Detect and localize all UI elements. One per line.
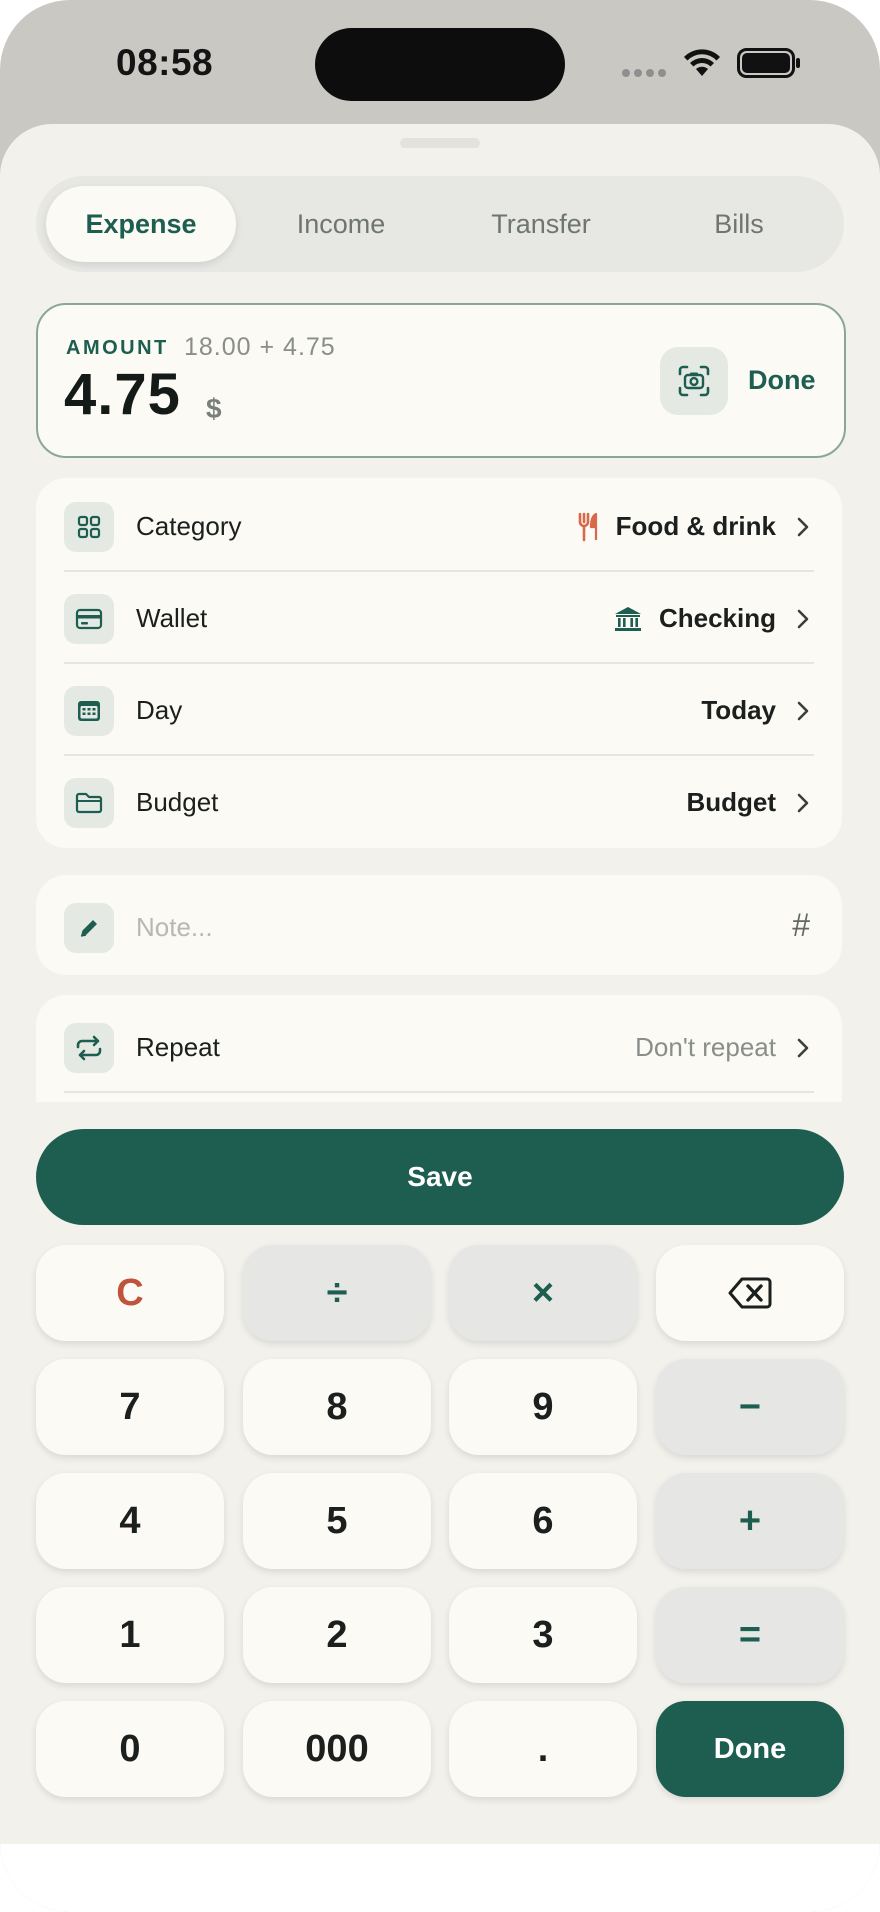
budget-value: Budget — [686, 787, 776, 818]
battery-icon — [737, 48, 800, 78]
repeat-icon — [64, 1023, 114, 1073]
key-0[interactable]: 0 — [36, 1701, 224, 1797]
key-5[interactable]: 5 — [243, 1473, 431, 1569]
key-8[interactable]: 8 — [243, 1359, 431, 1455]
key-1[interactable]: 1 — [36, 1587, 224, 1683]
plus-key[interactable]: + — [656, 1473, 844, 1569]
chevron-right-icon — [797, 609, 809, 629]
decimal-key[interactable]: . — [449, 1701, 637, 1797]
key-7[interactable]: 7 — [36, 1359, 224, 1455]
clear-key[interactable]: C — [36, 1245, 224, 1341]
key-4[interactable]: 4 — [36, 1473, 224, 1569]
amount-done-button[interactable]: Done — [748, 365, 816, 396]
details-card: Category Food & drink Wallet Checking Da… — [36, 478, 842, 848]
wallet-value: Checking — [613, 603, 776, 634]
amount-field[interactable]: AMOUNT 18.00 + 4.75 4.75 $ Done — [36, 303, 846, 458]
wallet-value-text: Checking — [658, 603, 776, 633]
key-000[interactable]: 000 — [243, 1701, 431, 1797]
amount-expression: 18.00 + 4.75 — [184, 333, 336, 361]
chevron-right-icon — [797, 793, 809, 813]
amount-currency: $ — [206, 393, 222, 424]
key-6[interactable]: 6 — [449, 1473, 637, 1569]
backspace-key[interactable] — [656, 1245, 844, 1341]
camera-scan-icon — [678, 365, 710, 397]
tab-expense[interactable]: Expense — [46, 186, 236, 262]
row-divider — [64, 1091, 814, 1093]
bank-icon — [614, 606, 641, 631]
wifi-icon — [684, 49, 720, 76]
day-value: Today — [701, 695, 776, 726]
tab-bills[interactable]: Bills — [644, 186, 834, 262]
category-value: Food & drink — [578, 511, 776, 542]
save-button[interactable]: Save — [36, 1129, 844, 1225]
phone-screen: 08:58 Expense Income Transfer Bills AMOU… — [0, 0, 880, 1912]
key-9[interactable]: 9 — [449, 1359, 637, 1455]
grid-icon — [64, 502, 114, 552]
wallet-label: Wallet — [136, 603, 208, 633]
transaction-type-tabs: Expense Income Transfer Bills — [36, 176, 844, 272]
add-transaction-sheet: Expense Income Transfer Bills AMOUNT 18.… — [0, 124, 880, 1844]
chevron-right-icon — [797, 517, 809, 537]
home-indicator-area — [0, 1844, 880, 1912]
dynamic-island — [315, 28, 565, 101]
day-label: Day — [136, 695, 183, 725]
repeat-label: Repeat — [136, 1032, 220, 1062]
calendar-icon — [64, 686, 114, 736]
repeat-value-text: Don't repeat — [635, 1032, 776, 1062]
repeat-row[interactable]: Repeat Don't repeat — [36, 999, 842, 1091]
amount-label: AMOUNT — [66, 337, 169, 359]
fork-knife-icon — [578, 512, 597, 541]
note-card[interactable]: Note... # — [36, 875, 842, 975]
pencil-icon — [64, 903, 114, 953]
key-3[interactable]: 3 — [449, 1587, 637, 1683]
status-time: 08:58 — [116, 42, 214, 83]
keypad-done-button[interactable]: Done — [656, 1701, 844, 1797]
sheet-grabber[interactable] — [400, 138, 480, 148]
equals-key[interactable]: = — [656, 1587, 844, 1683]
repeat-value: Don't repeat — [635, 1032, 776, 1063]
amount-value: 4.75 — [64, 362, 181, 427]
note-input[interactable]: Note... — [136, 912, 213, 943]
wallet-row[interactable]: Wallet Checking — [36, 570, 842, 662]
category-row[interactable]: Category Food & drink — [36, 478, 842, 570]
category-value-text: Food & drink — [615, 511, 776, 541]
budget-row[interactable]: Budget Budget — [36, 754, 842, 846]
category-label: Category — [136, 511, 242, 541]
budget-label: Budget — [136, 787, 219, 817]
chevron-right-icon — [797, 701, 809, 721]
hashtag-button[interactable]: # — [792, 907, 810, 944]
budget-value-text: Budget — [686, 787, 776, 817]
divide-key[interactable]: ÷ — [243, 1245, 431, 1341]
status-bar: 08:58 — [0, 0, 880, 125]
tab-income[interactable]: Income — [246, 186, 436, 262]
day-value-text: Today — [701, 695, 776, 725]
minus-key[interactable]: − — [656, 1359, 844, 1455]
signal-icon — [622, 64, 670, 82]
multiply-key[interactable]: × — [449, 1245, 637, 1341]
note-row[interactable]: Note... # — [36, 879, 842, 971]
folder-icon — [64, 778, 114, 828]
backspace-icon — [728, 1277, 772, 1309]
key-2[interactable]: 2 — [243, 1587, 431, 1683]
tab-transfer[interactable]: Transfer — [446, 186, 636, 262]
chevron-right-icon — [797, 1038, 809, 1058]
scan-receipt-button[interactable] — [660, 347, 728, 415]
card-icon — [64, 594, 114, 644]
day-row[interactable]: Day Today — [36, 662, 842, 754]
